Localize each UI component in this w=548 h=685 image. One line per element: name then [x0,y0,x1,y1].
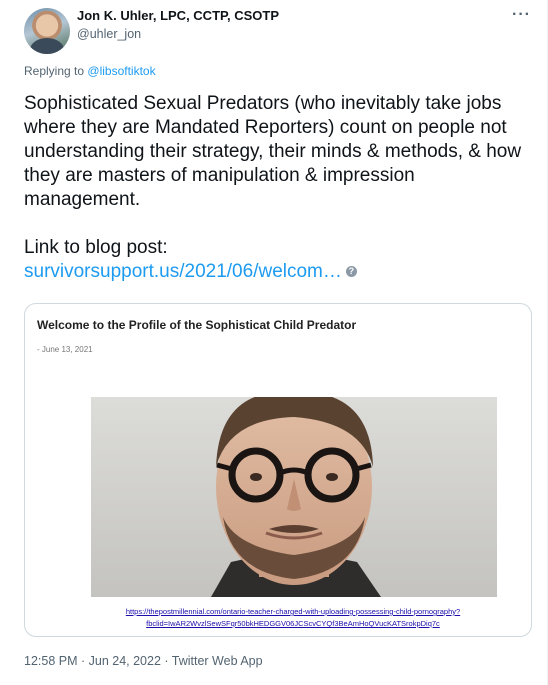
mugshot-image [91,397,497,597]
tweet-text: Sophisticated Sexual Predators (who inev… [24,93,522,210]
replying-to-handle[interactable]: @libsoftiktok [87,64,155,78]
question-icon[interactable]: ? [345,266,357,278]
tweet: Jon K. Uhler, LPC, CCTP, CSOTP @uhler_jo… [0,0,548,685]
tweet-body: Sophisticated Sexual Predators (who inev… [24,92,524,284]
replying-to-prefix: Replying to [24,64,85,78]
link-preview-card[interactable]: Welcome to the Profile of the Sophistica… [24,303,532,637]
card-source-link-line1: https://thepostmillennial.com/ontario-te… [125,607,461,616]
card-source-link[interactable]: https://thepostmillennial.com/ontario-te… [73,606,513,630]
card-source-link-line2: fbclid=IwAR2WvzlSewSFqr50bkHEDGGV06JCScv… [146,619,440,628]
avatar[interactable] [24,8,70,54]
card-title: Welcome to the Profile of the Sophistica… [37,318,357,332]
tweet-link-url[interactable]: survivorsupport.us/2021/06/welcom… [24,261,342,282]
author-handle[interactable]: @uhler_jon [77,27,141,41]
mugshot-illustration [91,397,497,597]
more-icon[interactable]: ··· [512,6,531,24]
tweet-link-label: Link to blog post: [24,237,168,258]
card-date: - June 13, 2021 [37,345,93,354]
replying-to: Replying to @libsoftiktok [24,64,156,78]
avatar-shirt [30,38,64,54]
author-name[interactable]: Jon K. Uhler, LPC, CCTP, CSOTP [77,8,279,23]
tweet-timestamp[interactable]: 12:58 PM · Jun 24, 2022 · Twitter Web Ap… [24,654,263,668]
tweet-link-row: survivorsupport.us/2021/06/welcom…? [24,260,524,284]
